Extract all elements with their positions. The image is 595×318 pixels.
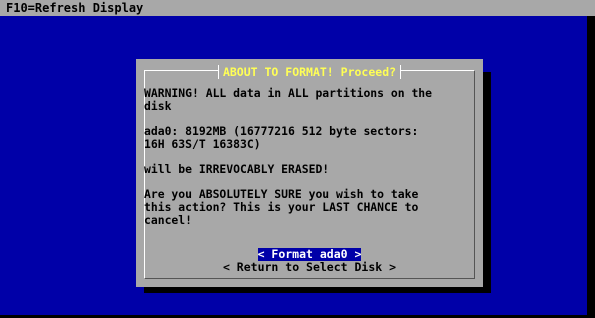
screen-border-right	[587, 16, 595, 318]
warning-text: WARNING! ALL data in ALL partitions on t…	[144, 86, 433, 113]
dialog-shadow-bottom	[144, 287, 491, 293]
format-confirm-dialog: ABOUT TO FORMAT! Proceed? WARNING! ALL d…	[136, 59, 483, 287]
dialog-message: WARNING! ALL data in ALL partitions on t…	[144, 87, 479, 239]
top-help-bar: F10=Refresh Display	[0, 0, 595, 16]
dialog-title: ABOUT TO FORMAT! Proceed?	[217, 65, 402, 79]
dialog-title-bar: ABOUT TO FORMAT! Proceed?	[136, 61, 483, 80]
confirm-question-text: Are you ABSOLUTELY SURE you wish to take…	[144, 187, 419, 227]
return-to-select-disk-button[interactable]: < Return to Select Disk >	[223, 261, 396, 274]
disk-info-text: ada0: 8192MB (16777216 512 byte sectors:…	[144, 124, 419, 151]
erase-notice-text: will be IRREVOCABLY ERASED!	[144, 162, 330, 176]
dialog-buttons: < Format ada0 > < Return to Select Disk …	[136, 248, 483, 274]
dialog-shadow-right	[483, 72, 491, 292]
